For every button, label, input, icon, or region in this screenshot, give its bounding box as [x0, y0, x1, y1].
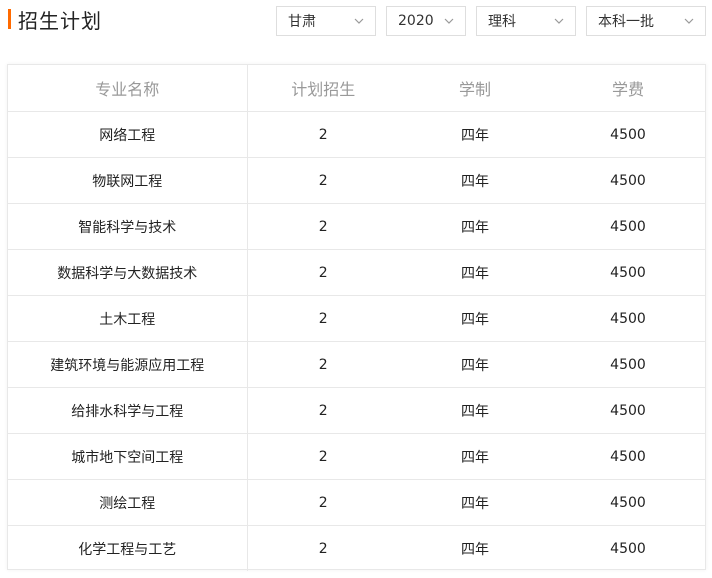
province-select[interactable]: 甘肃: [276, 6, 376, 36]
plan-table: 专业名称 计划招生 学制 学费 网络工程 2 四年 4500 物联网工程 2 四…: [8, 65, 705, 571]
cell-plan-count: 2: [247, 479, 399, 526]
page-title: 招生计划: [18, 8, 102, 33]
cell-duration: 四年: [399, 387, 551, 434]
year-select-value: 2020: [398, 13, 434, 29]
cell-plan-count: 2: [247, 111, 399, 158]
table-row: 测绘工程 2 四年 4500: [8, 479, 705, 526]
cell-plan-count: 2: [247, 295, 399, 342]
cell-tuition: 4500: [551, 249, 705, 296]
cell-tuition: 4500: [551, 525, 705, 571]
header-tuition: 学费: [611, 80, 644, 99]
header-duration: 学制: [458, 80, 491, 99]
cell-duration: 四年: [399, 433, 551, 480]
table-row: 给排水科学与工程 2 四年 4500: [8, 387, 705, 434]
cell-plan-count: 2: [247, 203, 399, 250]
cell-major: 建筑环境与能源应用工程: [8, 341, 248, 388]
cell-major: 数据科学与大数据技术: [8, 249, 248, 296]
chevron-down-icon: [353, 15, 365, 27]
cell-major: 化学工程与工艺: [8, 525, 248, 571]
title-accent-bar: [8, 9, 11, 29]
header-major: 专业名称: [8, 65, 248, 112]
cell-duration: 四年: [399, 479, 551, 526]
cell-plan-count: 2: [247, 157, 399, 204]
cell-duration: 四年: [399, 203, 551, 250]
province-select-value: 甘肃: [288, 14, 316, 30]
cell-tuition: 4500: [551, 387, 705, 434]
year-select[interactable]: 2020: [386, 6, 466, 36]
chevron-down-icon: [443, 15, 455, 27]
table-row: 智能科学与技术 2 四年 4500: [8, 203, 705, 250]
table-row: 建筑环境与能源应用工程 2 四年 4500: [8, 341, 705, 388]
cell-tuition: 4500: [551, 341, 705, 388]
table-row: 网络工程 2 四年 4500: [8, 111, 705, 158]
cell-major: 土木工程: [8, 295, 248, 342]
cell-plan-count: 2: [247, 433, 399, 480]
cell-major: 给排水科学与工程: [8, 387, 248, 434]
title-wrap: 招生计划: [8, 8, 102, 33]
cell-plan-count: 2: [247, 387, 399, 434]
cell-tuition: 4500: [551, 295, 705, 342]
cell-major: 物联网工程: [8, 157, 248, 204]
cell-duration: 四年: [399, 249, 551, 296]
chevron-down-icon: [553, 15, 565, 27]
cell-plan-count: 2: [247, 341, 399, 388]
cell-tuition: 4500: [551, 203, 705, 250]
subject-select[interactable]: 理科: [476, 6, 576, 36]
cell-duration: 四年: [399, 295, 551, 342]
cell-tuition: 4500: [551, 479, 705, 526]
cell-duration: 四年: [399, 341, 551, 388]
table-row: 数据科学与大数据技术 2 四年 4500: [8, 249, 705, 296]
cell-major: 网络工程: [8, 111, 248, 158]
cell-duration: 四年: [399, 111, 551, 158]
cell-major: 城市地下空间工程: [8, 433, 248, 480]
cell-major: 测绘工程: [8, 479, 248, 526]
chevron-down-icon: [683, 15, 695, 27]
table-row: 物联网工程 2 四年 4500: [8, 157, 705, 204]
cell-plan-count: 2: [247, 525, 399, 571]
batch-select-value: 本科一批: [598, 14, 654, 30]
batch-select[interactable]: 本科一批: [586, 6, 706, 36]
enrollment-plan-table: 专业名称 计划招生 学制 学费 网络工程 2 四年 4500 物联网工程 2 四…: [7, 64, 706, 571]
cell-major: 智能科学与技术: [8, 203, 248, 250]
cell-tuition: 4500: [551, 111, 705, 158]
cell-duration: 四年: [399, 157, 551, 204]
cell-plan-count: 2: [247, 249, 399, 296]
cell-duration: 四年: [399, 525, 551, 571]
table-row: 化学工程与工艺 2 四年 4500: [8, 525, 705, 571]
table-row: 土木工程 2 四年 4500: [8, 295, 705, 342]
cell-tuition: 4500: [551, 157, 705, 204]
table-row: 城市地下空间工程 2 四年 4500: [8, 433, 705, 480]
cell-tuition: 4500: [551, 433, 705, 480]
header: 招生计划 甘肃 2020 理科 本科一批: [0, 0, 712, 44]
table-header-row: 专业名称 计划招生 学制 学费: [8, 65, 705, 112]
header-plan-count: 计划招生: [291, 80, 356, 99]
subject-select-value: 理科: [488, 14, 516, 30]
